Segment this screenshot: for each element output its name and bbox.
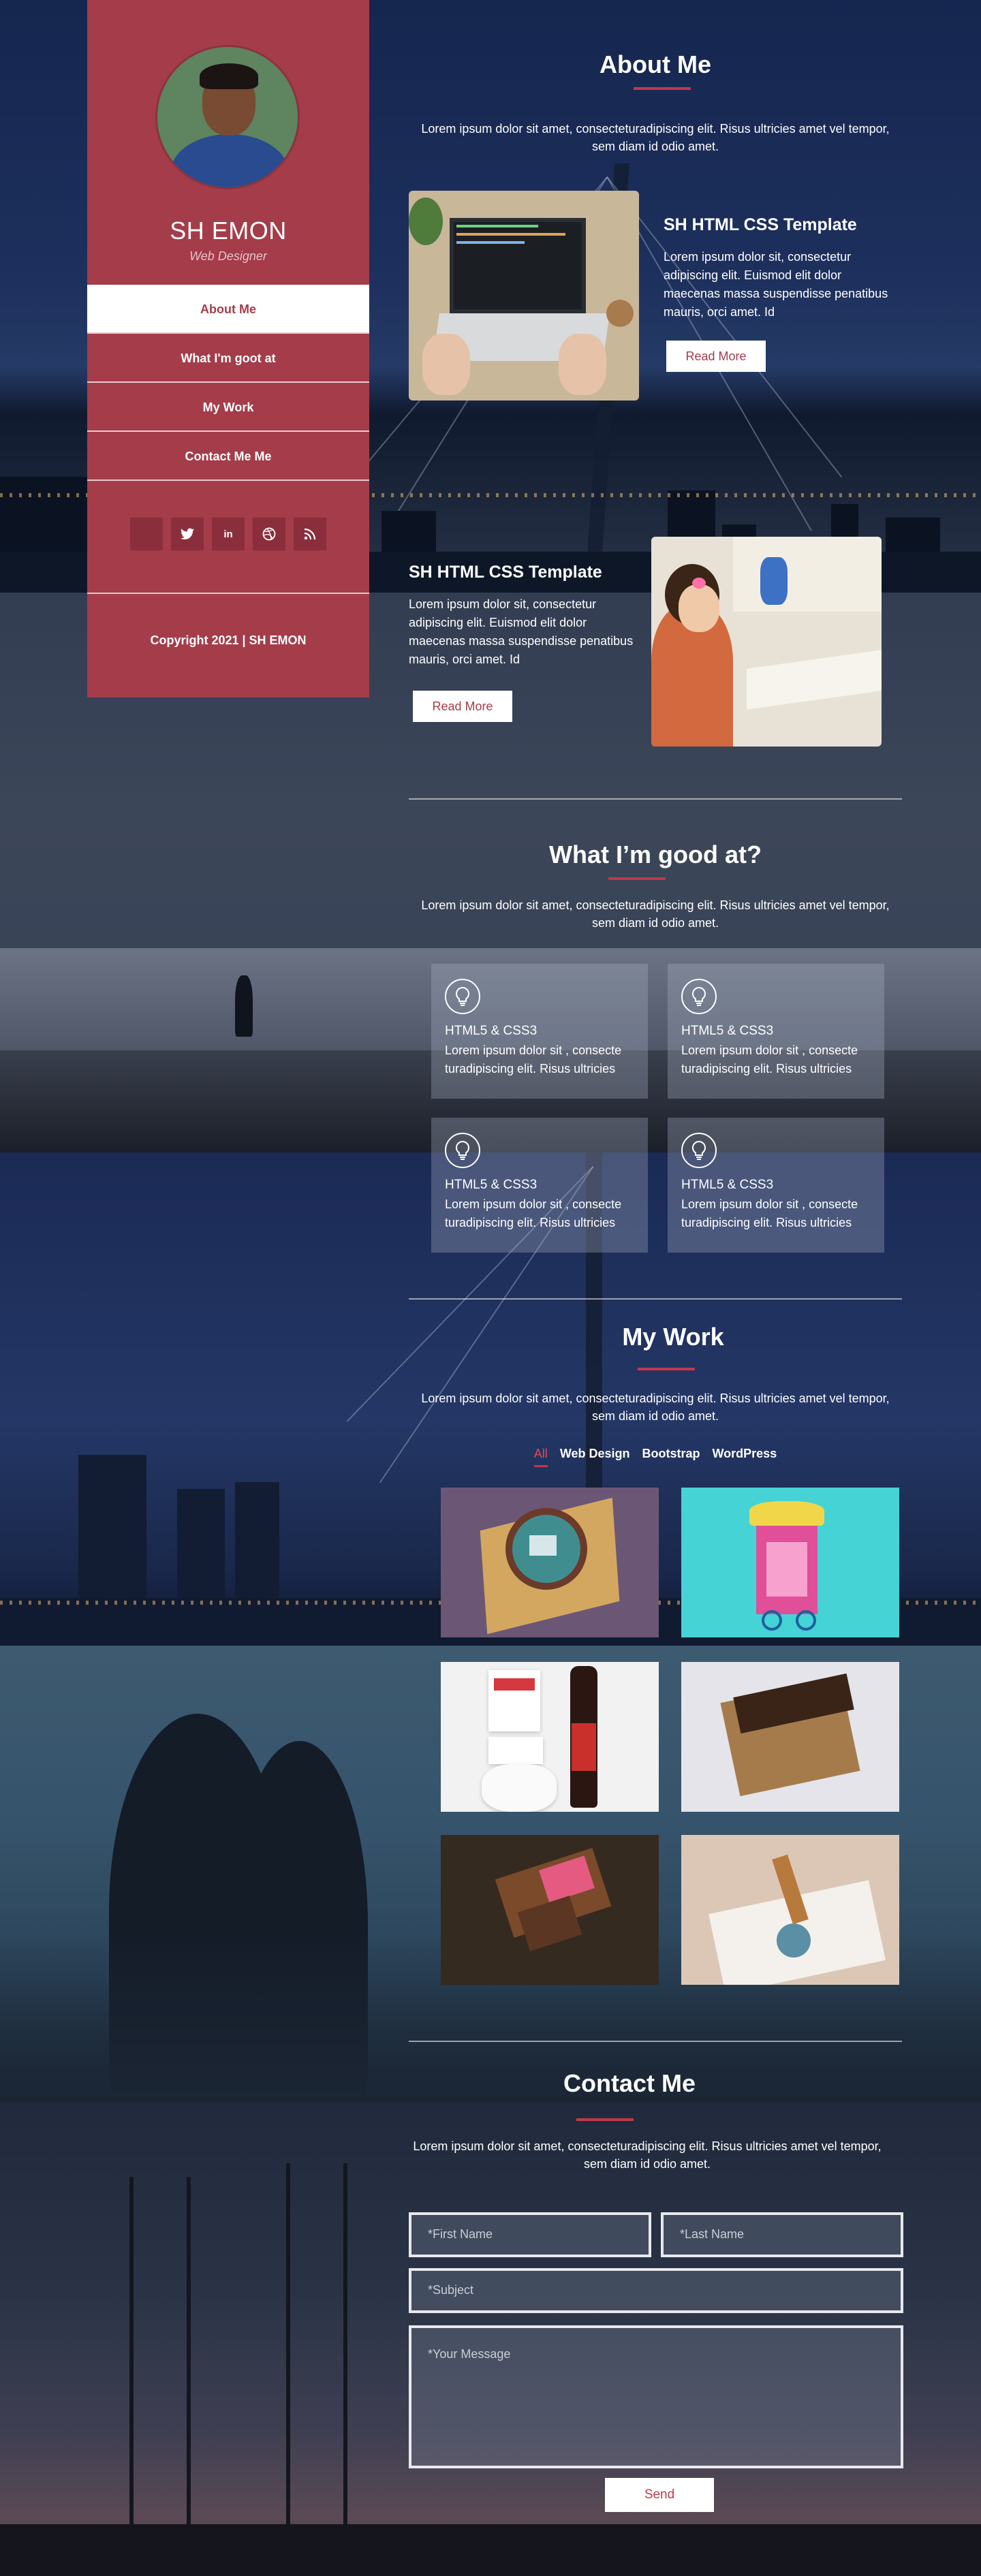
rss-icon[interactable] [294,518,326,550]
about-title: About Me [600,50,711,78]
twitter-icon[interactable] [171,518,204,550]
skill-title: HTML5 & CSS3 [445,1024,538,1038]
skill-card: HTML5 & CSS3 Lorem ipsum dolor sit , con… [431,1118,648,1253]
skill-card: HTML5 & CSS3 Lorem ipsum dolor sit , con… [668,964,884,1099]
child-drawing-image [651,537,882,747]
section-divider [409,2041,902,2042]
laptop-image [409,191,639,400]
skill-card: HTML5 & CSS3 Lorem ipsum dolor sit , con… [668,1118,884,1253]
portfolio-item-stationery[interactable] [441,1662,659,1812]
section-divider [409,798,902,800]
filter-bootstrap[interactable]: Bootstrap [642,1447,700,1467]
about-lead: Lorem ipsum dolor sit amet, consectetura… [421,122,890,153]
skills-lead: Lorem ipsum dolor sit amet, consectetura… [421,898,890,930]
sidebar: SH EMON Web Designer About Me What I'm g… [87,0,369,697]
title-underline [576,2118,634,2121]
first-name-field[interactable]: *First Name [409,2212,651,2257]
portfolio-item-wax-seal[interactable] [681,1835,899,1985]
about-card-2-text: Lorem ipsum dolor sit, consectetur adipi… [409,597,634,666]
avatar [155,45,300,189]
title-underline [608,877,666,880]
sidebar-item-contact-me[interactable]: Contact Me Me [87,432,369,481]
portfolio-item-chocolate-bar[interactable] [441,1835,659,1985]
last-name-field[interactable]: *Last Name [661,2212,903,2257]
message-field[interactable]: *Your Message [409,2325,903,2468]
portfolio-filters: All Web Design Bootstrap WordPress [409,1447,902,1467]
portfolio-item-cake-box[interactable] [441,1488,659,1637]
title-underline [634,87,691,90]
skill-title: HTML5 & CSS3 [681,1178,774,1192]
contact-title: Contact Me [563,2069,696,2097]
work-lead: Lorem ipsum dolor sit amet, consectetura… [421,1392,890,1423]
facebook-icon[interactable] [130,518,163,550]
sidebar-item-my-work[interactable]: My Work [87,383,369,432]
read-more-button[interactable]: Read More [413,691,512,722]
portfolio-item-ice-cream-cart[interactable] [681,1488,899,1637]
title-underline [638,1368,695,1370]
sidebar-nav: About Me What I'm goot at My Work Contac… [87,285,369,481]
skill-text: Lorem ipsum dolor sit , consecte turadip… [681,1043,858,1075]
portfolio-item-cardboard-box[interactable] [681,1662,899,1812]
linkedin-icon[interactable]: in [212,518,245,550]
profile-role: Web Designer [189,249,267,263]
section-divider [409,1298,902,1300]
social-links: in [87,518,369,550]
sidebar-item-about-me[interactable]: About Me [87,285,369,334]
lightbulb-icon [681,979,717,1014]
lightbulb-icon [681,1133,717,1168]
contact-lead: Lorem ipsum dolor sit amet, consectetura… [413,2139,882,2171]
about-card-2-title: SH HTML CSS Template [409,563,602,582]
skill-text: Lorem ipsum dolor sit , consecte turadip… [445,1197,622,1229]
about-card-1-text: Lorem ipsum dolor sit, consectetur adipi… [664,250,888,319]
send-button[interactable]: Send [605,2478,714,2512]
lightbulb-icon [445,1133,480,1168]
sidebar-divider [87,593,369,594]
skill-text: Lorem ipsum dolor sit , consecte turadip… [445,1043,622,1075]
read-more-button[interactable]: Read More [666,341,766,372]
skill-card: HTML5 & CSS3 Lorem ipsum dolor sit , con… [431,964,648,1099]
sidebar-item-what-im-good-at[interactable]: What I'm goot at [87,334,369,383]
copyright-text: Copyright 2021 | SH EMON [150,633,307,647]
work-title: My Work [622,1323,724,1351]
filter-all[interactable]: All [533,1447,548,1467]
skills-title: What I’m good at? [549,841,762,868]
filter-web-design[interactable]: Web Design [560,1447,630,1467]
lightbulb-icon [445,979,480,1014]
profile-name: SH EMON [170,217,287,245]
skill-title: HTML5 & CSS3 [681,1024,774,1038]
about-card-1-title: SH HTML CSS Template [664,215,857,234]
skill-title: HTML5 & CSS3 [445,1178,538,1192]
skill-text: Lorem ipsum dolor sit , consecte turadip… [681,1197,858,1229]
filter-wordpress[interactable]: WordPress [713,1447,777,1467]
dribbble-icon[interactable] [253,518,285,550]
subject-field[interactable]: *Subject [409,2268,903,2313]
